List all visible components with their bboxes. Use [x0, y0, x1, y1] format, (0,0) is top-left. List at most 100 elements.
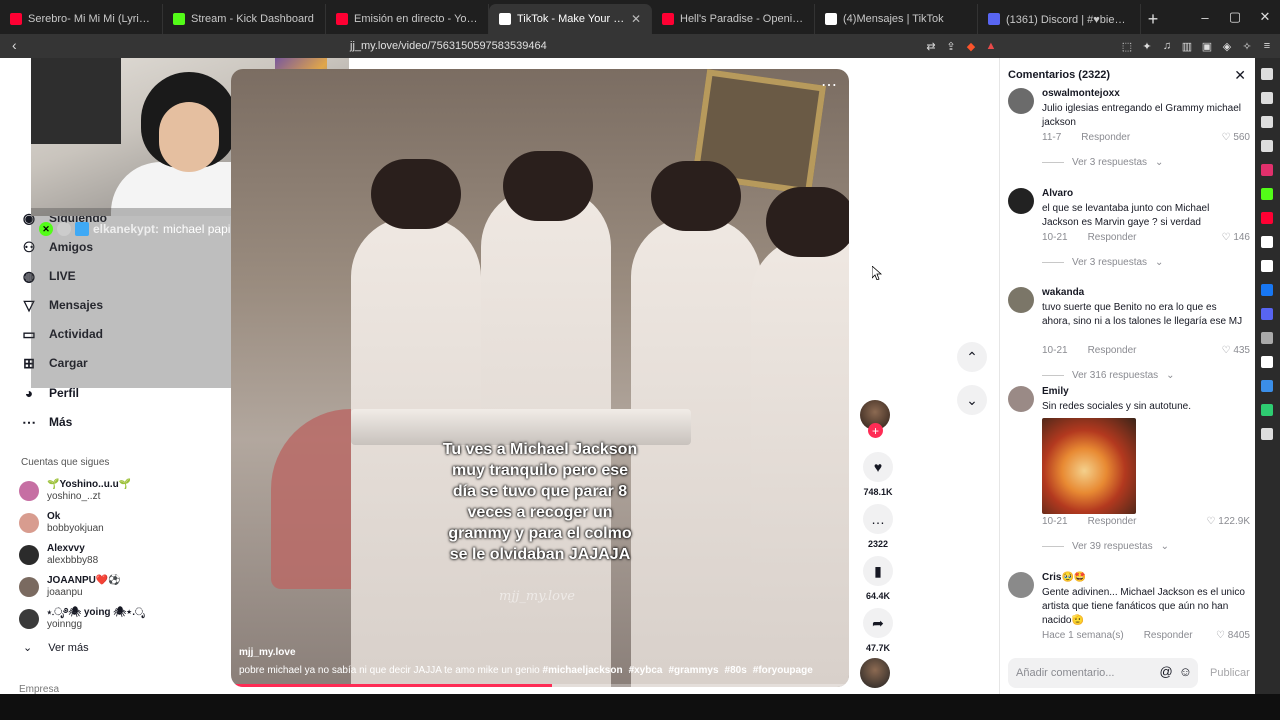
hashtag-link[interactable]: #grammys — [668, 665, 718, 676]
comment-like[interactable]: ♡ 122.9K — [1207, 516, 1250, 527]
save-button[interactable]: ▮ 64.4K — [860, 556, 896, 601]
extension-icon[interactable]: ⬚ — [1120, 39, 1134, 53]
chevron-down-icon: ⌄ — [966, 391, 978, 408]
following-account[interactable]: Ok bobbyokjuan — [19, 508, 179, 538]
address-bar[interactable]: jj_my.love/video/7563150597583539464 — [350, 36, 990, 56]
following-account[interactable]: Alexvvy alexbbby88 — [19, 540, 179, 570]
reply-button[interactable]: Responder — [1088, 345, 1137, 356]
comment-like[interactable]: ♡ 146 — [1222, 232, 1250, 243]
extension-shortcut-icon[interactable] — [1261, 68, 1273, 80]
extension-shortcut-icon[interactable] — [1261, 260, 1273, 272]
avatar[interactable] — [1008, 88, 1034, 114]
tab-1[interactable]: Stream - Kick Dashboard — [163, 4, 326, 34]
view-replies-button[interactable]: Ver 39 respuestas ⌄ — [1042, 541, 1169, 552]
extension-shortcut-icon[interactable] — [1261, 92, 1273, 104]
view-replies-button[interactable]: Ver 3 respuestas ⌄ — [1042, 257, 1163, 268]
share-button[interactable]: ➦ 47.7K — [860, 608, 896, 653]
avatar[interactable] — [1008, 386, 1034, 412]
extension-shortcut-icon[interactable] — [1261, 332, 1273, 344]
close-icon[interactable]: ✕ — [1234, 67, 1246, 84]
video-player[interactable]: ⋯ Tu ves a Michael Jackson muy tranquilo… — [231, 69, 849, 687]
music-disc-icon[interactable] — [860, 658, 890, 688]
following-account[interactable]: 🌱Yoshino..u.u🌱 yoshino_..zt — [19, 476, 179, 506]
comment-like[interactable]: ♡ 8405 — [1216, 630, 1250, 641]
reply-button[interactable]: Responder — [1144, 630, 1193, 641]
comment-like[interactable]: ♡ 560 — [1222, 132, 1250, 143]
close-tab-icon[interactable]: ✕ — [631, 12, 641, 26]
comment-username[interactable]: Emily — [1042, 386, 1069, 397]
heart-outline-icon: ♡ — [1206, 516, 1219, 527]
wallet-icon[interactable]: ▣ — [1200, 39, 1214, 53]
tab-3[interactable]: TikTok - Make Your Day ✕ — [489, 4, 652, 34]
video-progress-bar[interactable] — [231, 684, 849, 687]
emoji-icon[interactable]: ☺ — [1179, 664, 1192, 679]
follow-plus-icon[interactable]: + — [868, 423, 883, 438]
extension-shortcut-icon[interactable] — [1261, 188, 1273, 200]
extension-shortcut-icon[interactable] — [1261, 116, 1273, 128]
extension-shortcut-icon[interactable] — [1261, 164, 1273, 176]
comment-button[interactable]: … 2322 — [860, 504, 896, 549]
hashtag-link[interactable]: #xybca — [629, 665, 663, 676]
tab-4[interactable]: Hell's Paradise - Opening | Work - Yo — [652, 4, 815, 34]
tab-6[interactable]: (1361) Discord | #♥bienvenido✌ | E — [978, 4, 1141, 34]
warning-icon[interactable]: ▲ — [984, 39, 998, 53]
extension-shortcut-icon[interactable] — [1261, 284, 1273, 296]
avatar[interactable] — [1008, 572, 1034, 598]
extension-shortcut-icon[interactable] — [1261, 428, 1273, 440]
hashtag-link[interactable]: #michaeljackson — [543, 665, 623, 676]
more-options-icon[interactable]: ⋯ — [821, 75, 837, 95]
maximize-icon[interactable]: ▢ — [1220, 0, 1250, 34]
tab-5[interactable]: (4)Mensajes | TikTok — [815, 4, 978, 34]
comment-input[interactable]: Añadir comentario... @ ☺ — [1008, 658, 1198, 688]
tab-0[interactable]: Serebro- Mi Mi Mi (Lyrics Video) - Yo — [0, 4, 163, 34]
comment-like[interactable]: ♡ 435 — [1222, 345, 1250, 356]
brave-shield-icon[interactable]: ◆ — [964, 39, 978, 53]
like-button[interactable]: ♥ 748.1K — [860, 452, 896, 497]
extension-shortcut-icon[interactable] — [1261, 212, 1273, 224]
leo-icon[interactable]: ✧ — [1240, 39, 1254, 53]
extension-shortcut-icon[interactable] — [1261, 308, 1273, 320]
extension-shortcut-icon[interactable] — [1261, 140, 1273, 152]
reply-button[interactable]: Responder — [1088, 516, 1137, 527]
close-window-icon[interactable]: ✕ — [1250, 0, 1280, 34]
see-more-label: Ver más — [48, 641, 89, 654]
comment-username[interactable]: Cris🥹🤩 — [1042, 572, 1086, 583]
post-button[interactable]: Publicar — [1210, 667, 1250, 679]
puzzle-icon[interactable]: ✦ — [1140, 39, 1154, 53]
vpn-icon[interactable]: ◈ — [1220, 39, 1234, 53]
comment-username[interactable]: wakanda — [1042, 287, 1084, 298]
avatar[interactable] — [1008, 188, 1034, 214]
comment-username[interactable]: Alvaro — [1042, 188, 1073, 199]
extension-shortcut-icon[interactable] — [1261, 356, 1273, 368]
footer-empresa[interactable]: Empresa — [19, 684, 59, 694]
share-icon[interactable]: ⇪ — [944, 39, 958, 53]
hashtag-link[interactable]: #foryoupage — [753, 665, 813, 676]
hashtag-link[interactable]: #80s — [725, 665, 747, 676]
reply-button[interactable]: Responder — [1081, 132, 1130, 143]
toolbar-icons: ⇄ ⇪ ◆ ▲ ⬚ ✦ ♫ ▥ ▣ ◈ ✧ ≡ — [924, 34, 1280, 58]
media-icon[interactable]: ♫ — [1160, 39, 1174, 53]
translate-icon[interactable]: ⇄ — [924, 39, 938, 53]
menu-icon[interactable]: ≡ — [1260, 39, 1274, 53]
extension-shortcut-icon[interactable] — [1261, 404, 1273, 416]
comment-username[interactable]: oswalmontejoxx — [1042, 88, 1120, 99]
video-author[interactable]: mjj_my.love — [239, 647, 296, 658]
sidebar-toggle-icon[interactable]: ▥ — [1180, 39, 1194, 53]
back-icon[interactable]: ‹ — [12, 37, 17, 53]
reply-button[interactable]: Responder — [1088, 232, 1137, 243]
extension-shortcut-icon[interactable] — [1261, 236, 1273, 248]
see-more-button[interactable]: ⌄ Ver más — [23, 641, 89, 655]
extension-shortcut-icon[interactable] — [1261, 380, 1273, 392]
avatar[interactable] — [1008, 287, 1034, 313]
minimize-icon[interactable]: – — [1190, 0, 1220, 34]
following-account[interactable]: JOAANPU❤️⚽ joaanpu — [19, 572, 179, 602]
sidebar-item-más[interactable]: ⋯ Más — [21, 409, 72, 435]
tab-2[interactable]: Emisión en directo - YouTube Studio — [326, 4, 489, 34]
following-account[interactable]: ⋆.ೃ࿔🕷 yoing 🕷⋆.ೃ yoinngg — [19, 604, 179, 634]
mention-icon[interactable]: @ — [1160, 664, 1173, 679]
view-replies-button[interactable]: Ver 3 respuestas ⌄ — [1042, 157, 1163, 168]
next-video-button[interactable]: ⌄ — [957, 385, 987, 415]
new-tab-button[interactable]: + — [1141, 4, 1165, 34]
view-replies-button[interactable]: Ver 316 respuestas ⌄ — [1042, 370, 1175, 381]
previous-video-button[interactable]: ⌃ — [957, 342, 987, 372]
